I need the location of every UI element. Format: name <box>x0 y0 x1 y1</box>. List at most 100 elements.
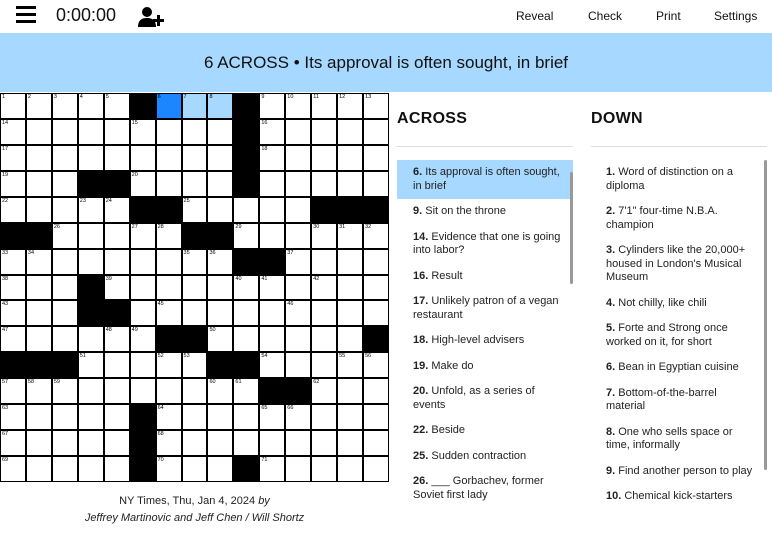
grid-cell[interactable]: 68 <box>156 431 181 456</box>
across-clue-list[interactable]: 6. Its approval is often sought, in brie… <box>397 160 573 508</box>
settings-button[interactable]: Settings <box>714 9 757 23</box>
grid-cell[interactable] <box>156 145 181 170</box>
across-clue[interactable]: 16. Result <box>397 264 573 290</box>
grid-cell[interactable] <box>312 353 337 378</box>
grid-cell[interactable]: 39 <box>104 275 129 300</box>
grid-cell[interactable]: 48 <box>104 327 129 352</box>
grid-cell[interactable]: 54 <box>260 353 285 378</box>
grid-cell[interactable] <box>286 327 311 352</box>
grid-cell[interactable]: 55 <box>338 353 363 378</box>
grid-cell[interactable] <box>312 249 337 274</box>
grid-cell[interactable] <box>182 379 207 404</box>
grid-cell[interactable] <box>208 197 233 222</box>
grid-cell[interactable]: 49 <box>130 327 155 352</box>
grid-cell[interactable] <box>338 145 363 170</box>
grid-cell[interactable]: 50 <box>208 327 233 352</box>
grid-cell[interactable] <box>338 431 363 456</box>
grid-cell[interactable] <box>312 431 337 456</box>
down-clue[interactable]: 8. One who sells space or time, informal… <box>590 420 766 459</box>
across-clue[interactable]: 17. Unlikely patron of a vegan restauran… <box>397 289 573 328</box>
grid-cell[interactable] <box>78 457 103 481</box>
down-clue[interactable]: 5. Forte and Strong once worked on it, f… <box>590 316 766 355</box>
grid-cell[interactable] <box>364 379 388 404</box>
grid-cell[interactable] <box>104 353 129 378</box>
grid-cell[interactable] <box>52 431 77 456</box>
grid-cell[interactable] <box>208 431 233 456</box>
grid-cell[interactable]: 56 <box>364 353 388 378</box>
grid-cell[interactable]: 46 <box>286 301 311 326</box>
grid-cell[interactable]: 28 <box>156 223 181 248</box>
across-clue[interactable]: 19. Make do <box>397 354 573 380</box>
grid-cell[interactable] <box>338 249 363 274</box>
grid-cell[interactable] <box>78 431 103 456</box>
grid-cell[interactable]: 10 <box>286 94 311 118</box>
grid-cell[interactable]: 1 <box>1 94 25 118</box>
grid-cell[interactable]: 42 <box>312 275 337 300</box>
grid-cell[interactable] <box>26 431 51 456</box>
grid-cell[interactable]: 64 <box>156 405 181 430</box>
grid-cell[interactable] <box>104 405 129 430</box>
grid-cell[interactable] <box>78 249 103 274</box>
grid-cell[interactable]: 26 <box>52 223 77 248</box>
grid-cell[interactable]: 29 <box>234 223 259 248</box>
grid-cell[interactable]: 70 <box>156 457 181 481</box>
grid-cell[interactable] <box>364 405 388 430</box>
grid-cell[interactable]: 34 <box>26 249 51 274</box>
grid-cell[interactable]: 31 <box>338 223 363 248</box>
grid-cell[interactable] <box>156 119 181 144</box>
grid-cell[interactable] <box>104 379 129 404</box>
grid-cell[interactable]: 27 <box>130 223 155 248</box>
grid-cell[interactable] <box>182 145 207 170</box>
grid-cell[interactable] <box>364 119 388 144</box>
grid-cell[interactable] <box>52 301 77 326</box>
grid-cell[interactable] <box>208 119 233 144</box>
down-clue[interactable]: 10. Chemical kick-starters <box>590 484 766 510</box>
grid-cell[interactable] <box>78 405 103 430</box>
grid-cell[interactable]: 4 <box>78 94 103 118</box>
grid-cell[interactable] <box>78 327 103 352</box>
grid-cell[interactable] <box>52 275 77 300</box>
grid-cell[interactable] <box>104 431 129 456</box>
grid-cell[interactable] <box>104 457 129 481</box>
grid-cell-active[interactable]: 6 <box>156 94 181 118</box>
grid-cell[interactable]: 5 <box>104 94 129 118</box>
grid-cell[interactable] <box>104 145 129 170</box>
grid-cell[interactable] <box>208 275 233 300</box>
check-button[interactable]: Check <box>588 9 622 23</box>
across-clue[interactable]: 14. Evidence that one is going into labo… <box>397 225 573 264</box>
grid-cell[interactable]: 41 <box>260 275 285 300</box>
grid-cell[interactable]: 43 <box>1 301 25 326</box>
grid-cell[interactable] <box>286 223 311 248</box>
reveal-button[interactable]: Reveal <box>516 9 553 23</box>
grid-cell[interactable] <box>260 301 285 326</box>
grid-cell[interactable] <box>208 145 233 170</box>
grid-cell[interactable] <box>52 145 77 170</box>
grid-cell[interactable]: 45 <box>156 301 181 326</box>
grid-cell[interactable] <box>286 145 311 170</box>
grid-cell[interactable] <box>364 145 388 170</box>
grid-cell[interactable] <box>260 171 285 196</box>
hamburger-menu-icon[interactable] <box>16 5 36 25</box>
grid-cell[interactable]: 61 <box>234 379 259 404</box>
grid-cell[interactable] <box>260 327 285 352</box>
grid-cell[interactable] <box>208 457 233 481</box>
grid-cell[interactable] <box>338 405 363 430</box>
grid-cell[interactable] <box>156 379 181 404</box>
across-clue[interactable]: 9. Sit on the throne <box>397 199 573 225</box>
grid-cell[interactable]: 40 <box>234 275 259 300</box>
grid-cell[interactable] <box>26 171 51 196</box>
grid-cell[interactable] <box>364 171 388 196</box>
grid-cell[interactable]: 71 <box>260 457 285 481</box>
grid-cell[interactable] <box>234 327 259 352</box>
grid-cell[interactable]: 2 <box>26 94 51 118</box>
grid-cell[interactable]: 14 <box>1 119 25 144</box>
grid-cell[interactable] <box>182 457 207 481</box>
grid-cell[interactable] <box>364 275 388 300</box>
grid-cell[interactable] <box>52 327 77 352</box>
add-user-icon[interactable] <box>138 5 166 29</box>
across-clue[interactable]: 20. Unfold, as a series of events <box>397 379 573 418</box>
grid-cell[interactable]: 62 <box>312 379 337 404</box>
grid-cell[interactable] <box>26 145 51 170</box>
grid-cell[interactable] <box>26 457 51 481</box>
grid-cell[interactable] <box>260 223 285 248</box>
